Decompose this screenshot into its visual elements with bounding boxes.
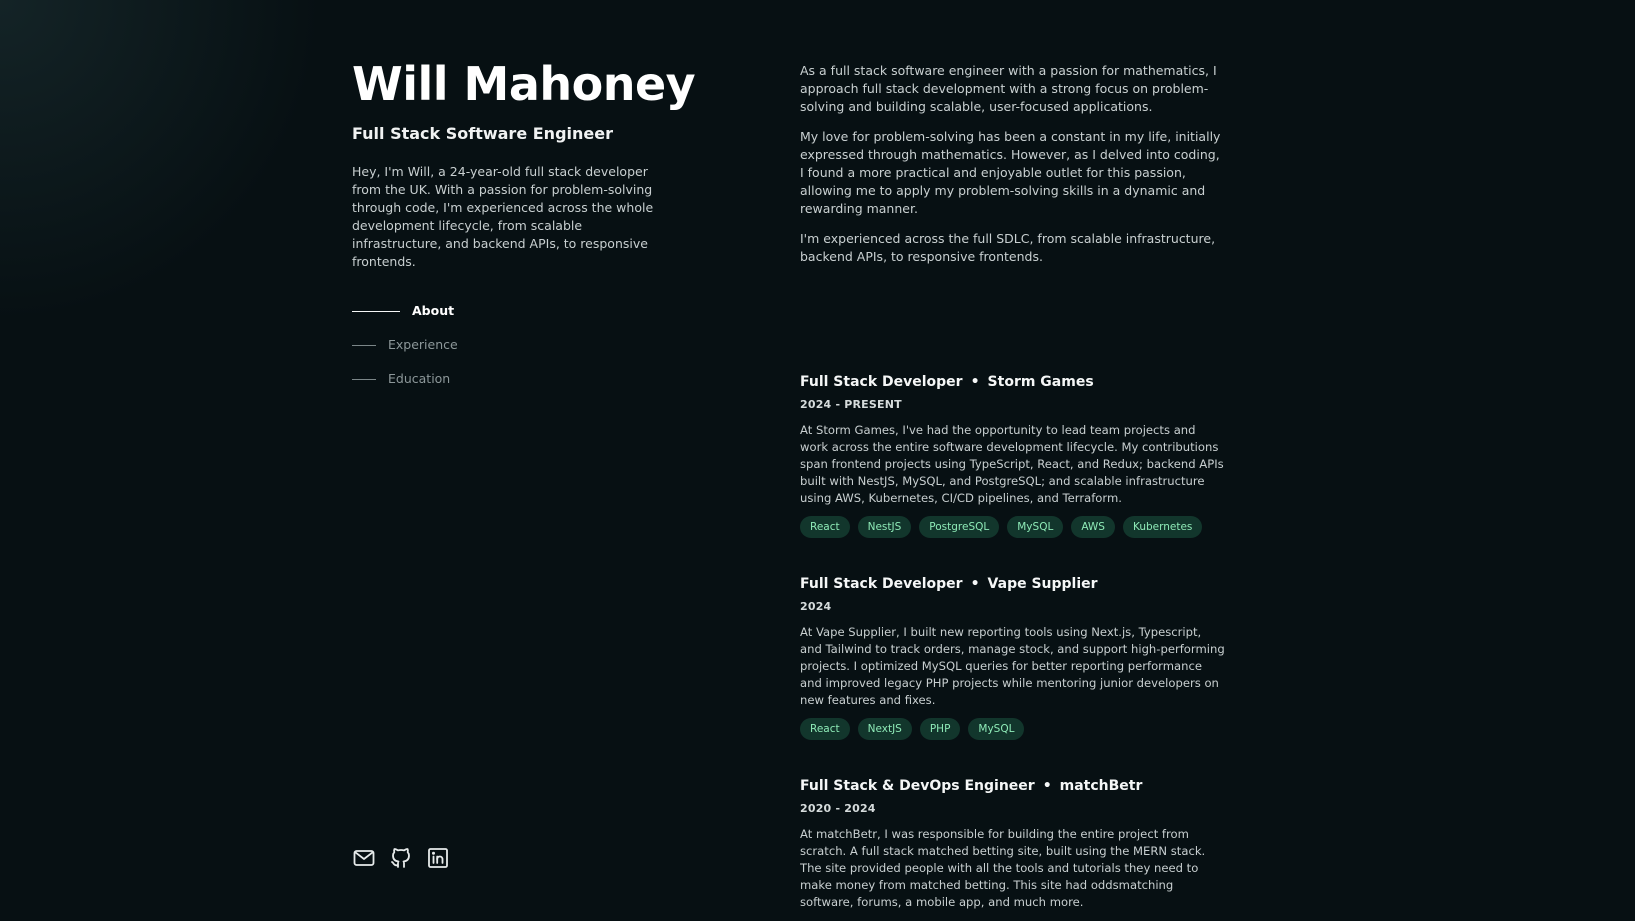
about-paragraph: I'm experienced across the full SDLC, fr… xyxy=(800,231,1216,264)
profile-role: Full Stack Software Engineer xyxy=(352,124,613,143)
mail-icon xyxy=(353,850,375,866)
tech-tag: NestJS xyxy=(857,516,912,538)
nav-label-about: About xyxy=(412,303,455,318)
nav-item-experience[interactable]: Experience xyxy=(352,334,602,356)
profile-name: Will Mahoney xyxy=(352,57,696,111)
tech-tags: React NestJS PostgreSQL MySQL AWS Kubern… xyxy=(800,516,1225,538)
job-company: matchBetr xyxy=(1059,778,1143,794)
portfolio-page: Will Mahoney Full Stack Software Enginee… xyxy=(0,0,1635,921)
tech-tag: React xyxy=(800,516,850,538)
job-title: Full Stack Developer xyxy=(800,374,963,390)
experience-section: Full Stack Developer • Storm Games 2024 - … xyxy=(800,372,1225,921)
nav-indicator-line xyxy=(352,344,376,346)
nav-item-education[interactable]: Education xyxy=(352,368,602,390)
profile-sidebar: Will Mahoney Full Stack Software Enginee… xyxy=(352,55,696,915)
tech-tag: PHP xyxy=(919,718,961,740)
about-paragraph: As a full stack software engineer with a… xyxy=(800,63,1217,114)
tech-tag: React xyxy=(800,718,850,740)
tech-tag: NextJS xyxy=(857,718,912,740)
job-title: Full Stack & DevOps Engineer xyxy=(800,778,1035,794)
job-heading: Full Stack Developer • Vape Supplier xyxy=(800,574,1225,594)
job-description: At Storm Games, I've had the opportunity… xyxy=(800,423,1224,505)
section-navigation: About Experience Education xyxy=(352,300,602,402)
tech-tag: AWS xyxy=(1071,516,1115,538)
main-content: As a full stack software engineer with a… xyxy=(800,62,1225,921)
job-title: Full Stack Developer xyxy=(800,576,963,592)
bullet-separator: • xyxy=(970,576,980,592)
job-description: At Vape Supplier, I built new reporting … xyxy=(800,625,1225,707)
experience-item[interactable]: Full Stack Developer • Storm Games 2024 - … xyxy=(800,372,1225,538)
job-date: 2024 - PRESENT xyxy=(800,398,902,411)
job-company: Vape Supplier xyxy=(987,576,1098,592)
bullet-separator: • xyxy=(970,374,980,390)
github-icon xyxy=(391,848,410,868)
job-description: At matchBetr, I was responsible for buil… xyxy=(800,827,1206,909)
nav-item-about[interactable]: About xyxy=(352,300,602,322)
about-paragraph: My love for problem-solving has been a c… xyxy=(800,129,1221,216)
email-link[interactable] xyxy=(352,846,376,870)
job-company: Storm Games xyxy=(987,374,1094,390)
nav-indicator-line xyxy=(352,378,376,380)
linkedin-link[interactable] xyxy=(426,846,450,870)
social-links xyxy=(352,846,450,870)
job-heading: Full Stack & DevOps Engineer • matchBetr xyxy=(800,776,1225,796)
tech-tags: React NextJS PHP MySQL xyxy=(800,718,1225,740)
nav-label-experience: Experience xyxy=(388,337,458,352)
job-date: 2024 xyxy=(800,600,832,613)
bullet-separator: • xyxy=(1042,778,1052,794)
job-heading: Full Stack Developer • Storm Games xyxy=(800,372,1225,392)
tech-tag: MySQL xyxy=(968,718,1025,740)
nav-label-education: Education xyxy=(388,371,451,386)
linkedin-icon xyxy=(428,848,448,868)
about-section: As a full stack software engineer with a… xyxy=(800,62,1225,266)
github-link[interactable] xyxy=(389,846,413,870)
tech-tag: MySQL xyxy=(1007,516,1064,538)
experience-item[interactable]: Full Stack Developer • Vape Supplier 2024 … xyxy=(800,574,1225,740)
job-date: 2020 - 2024 xyxy=(800,802,876,815)
tech-tag: PostgreSQL xyxy=(919,516,1000,538)
nav-indicator-line xyxy=(352,310,400,312)
experience-item[interactable]: Full Stack & DevOps Engineer • matchBetr 2… xyxy=(800,776,1225,911)
tech-tag: Kubernetes xyxy=(1122,516,1203,538)
profile-intro: Hey, I'm Will, a 24-year-old full stack … xyxy=(352,164,654,269)
